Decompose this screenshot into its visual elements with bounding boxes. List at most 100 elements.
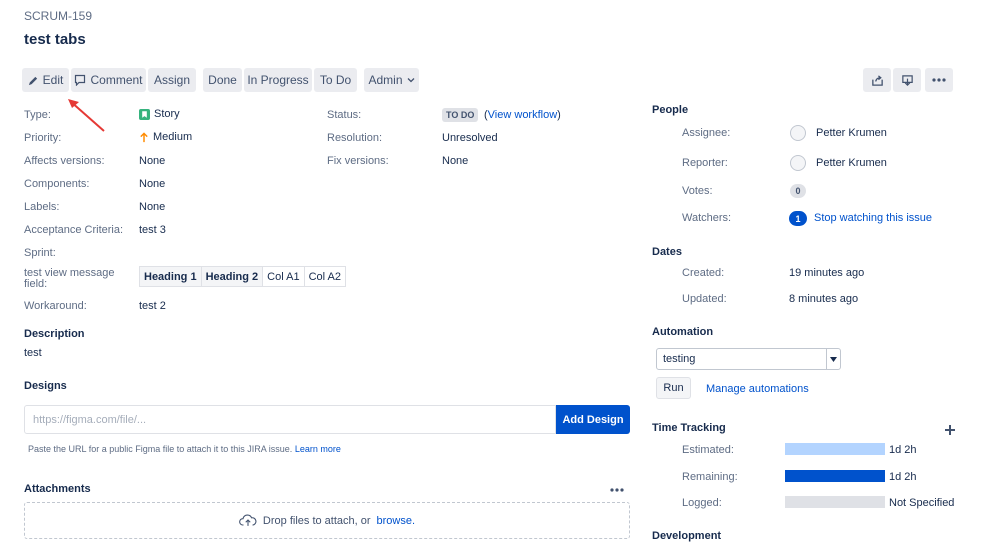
table-cell: Col A1 xyxy=(262,266,305,287)
priority-value: Medium xyxy=(139,131,192,143)
manage-automations-link[interactable]: Manage automations xyxy=(706,383,809,395)
dates-heading: Dates xyxy=(652,246,682,258)
view-workflow: (View workflow) xyxy=(484,109,561,121)
issue-key[interactable]: SCRUM-159 xyxy=(24,9,92,23)
description-heading: Description xyxy=(24,328,85,340)
browse-link[interactable]: browse. xyxy=(377,515,416,527)
admin-dropdown[interactable]: Admin xyxy=(364,68,419,92)
acceptance-criteria-label: Acceptance Criteria: xyxy=(24,224,124,236)
labels-value: None xyxy=(139,201,166,213)
affects-versions-label: Affects versions: xyxy=(24,155,105,167)
drop-text: Drop files to attach, or xyxy=(262,514,371,527)
estimated-value: 1d 2h xyxy=(889,444,917,456)
assignee-value[interactable]: Petter Krumen xyxy=(816,127,887,139)
remaining-bar-fill xyxy=(785,470,885,482)
updated-value: 8 minutes ago xyxy=(789,293,859,305)
in-progress-button-label: In Progress xyxy=(247,73,309,87)
table-header: Heading 2 xyxy=(200,266,264,287)
page-title[interactable]: test tabs xyxy=(24,31,86,48)
admin-dropdown-label: Admin xyxy=(368,73,403,87)
reporter-value[interactable]: Petter Krumen xyxy=(816,157,887,169)
assign-button[interactable]: Assign xyxy=(148,68,196,92)
resolution-value: Unresolved xyxy=(442,132,498,144)
share-icon xyxy=(871,74,883,86)
caret-icon xyxy=(826,349,840,369)
votes-label: Votes: xyxy=(682,185,713,197)
affects-versions-value: None xyxy=(139,155,166,167)
to-do-button-label: To Do xyxy=(319,73,352,87)
stop-watching-link[interactable]: Stop watching this issue xyxy=(814,212,932,224)
votes-badge[interactable]: 0 xyxy=(790,184,806,198)
remaining-value: 1d 2h xyxy=(889,471,917,483)
sprint-label: Sprint: xyxy=(24,247,56,259)
pencil-icon xyxy=(28,76,37,85)
acceptance-criteria-value: test 3 xyxy=(139,224,166,236)
comment-icon xyxy=(75,74,86,86)
designs-heading: Designs xyxy=(24,380,67,392)
message-table: Heading 1 Heading 2 Col A1 Col A2 xyxy=(139,266,347,287)
attachment-dropzone[interactable]: Drop files to attach, or browse. xyxy=(24,502,630,539)
figma-url-input[interactable] xyxy=(24,405,556,434)
status-badge[interactable]: TO DO xyxy=(442,108,479,122)
logged-label: Logged: xyxy=(682,497,722,509)
people-heading: People xyxy=(652,104,689,116)
components-label: Components: xyxy=(24,178,90,190)
workaround-value: test 2 xyxy=(139,300,166,312)
automation-select[interactable]: testing xyxy=(656,348,841,370)
estimated-bar-fill xyxy=(785,443,885,455)
created-value: 19 minutes ago xyxy=(789,267,865,279)
done-button-label: Done xyxy=(208,73,237,87)
done-button[interactable]: Done xyxy=(203,68,242,92)
comment-button-label: Comment xyxy=(90,73,143,87)
priority-label: Priority: xyxy=(24,132,62,144)
attachments-more-icon[interactable] xyxy=(610,488,624,492)
comment-button[interactable]: Comment xyxy=(71,68,146,92)
components-value: None xyxy=(139,178,166,190)
arrow-up-icon xyxy=(140,131,148,142)
automation-heading: Automation xyxy=(652,326,714,338)
watchers-badge[interactable]: 1 xyxy=(789,211,807,226)
table-header: Heading 1 xyxy=(139,266,202,287)
description-text[interactable]: test xyxy=(24,347,42,359)
export-button[interactable] xyxy=(893,68,921,92)
estimated-bar xyxy=(785,443,885,455)
status-label: Status: xyxy=(327,109,362,121)
edit-button-label: Edit xyxy=(42,73,64,87)
story-icon xyxy=(139,108,150,120)
run-button[interactable]: Run xyxy=(656,377,691,399)
learn-more-link[interactable]: Learn more xyxy=(295,444,341,454)
watchers-label: Watchers: xyxy=(682,212,732,224)
assignee-label: Assignee: xyxy=(682,127,731,139)
type-text: Story xyxy=(154,108,180,120)
share-button[interactable] xyxy=(863,68,891,92)
workaround-label: Workaround: xyxy=(24,300,87,312)
more-actions-button[interactable] xyxy=(925,68,953,92)
cloud-upload-icon xyxy=(239,514,257,526)
estimated-label: Estimated: xyxy=(682,444,734,456)
plus-icon[interactable] xyxy=(945,425,955,435)
type-value: Story xyxy=(139,108,180,120)
annotation-arrow-icon xyxy=(68,99,105,132)
development-heading: Development xyxy=(652,530,722,542)
avatar xyxy=(790,125,806,141)
reporter-label: Reporter: xyxy=(682,157,728,169)
in-progress-button[interactable]: In Progress xyxy=(244,68,312,92)
add-design-button[interactable]: Add Design xyxy=(556,405,630,434)
updated-label: Updated: xyxy=(682,293,727,305)
edit-button[interactable]: Edit xyxy=(22,68,69,92)
view-workflow-link[interactable]: View workflow xyxy=(488,109,558,121)
labels-label: Labels: xyxy=(24,201,60,213)
chevron-down-icon xyxy=(407,78,414,83)
figma-hint: Paste the URL for a public Figma file to… xyxy=(28,444,341,454)
remaining-bar xyxy=(785,470,885,482)
avatar xyxy=(790,155,806,171)
figma-hint-text: Paste the URL for a public Figma file to… xyxy=(28,444,293,454)
type-label: Type: xyxy=(24,109,51,121)
to-do-button[interactable]: To Do xyxy=(314,68,357,92)
more-icon xyxy=(932,78,946,82)
assign-button-label: Assign xyxy=(153,73,191,87)
resolution-label: Resolution: xyxy=(327,132,383,144)
fix-versions-label: Fix versions: xyxy=(327,155,389,167)
created-label: Created: xyxy=(682,267,725,279)
logged-value: Not Specified xyxy=(889,497,955,509)
